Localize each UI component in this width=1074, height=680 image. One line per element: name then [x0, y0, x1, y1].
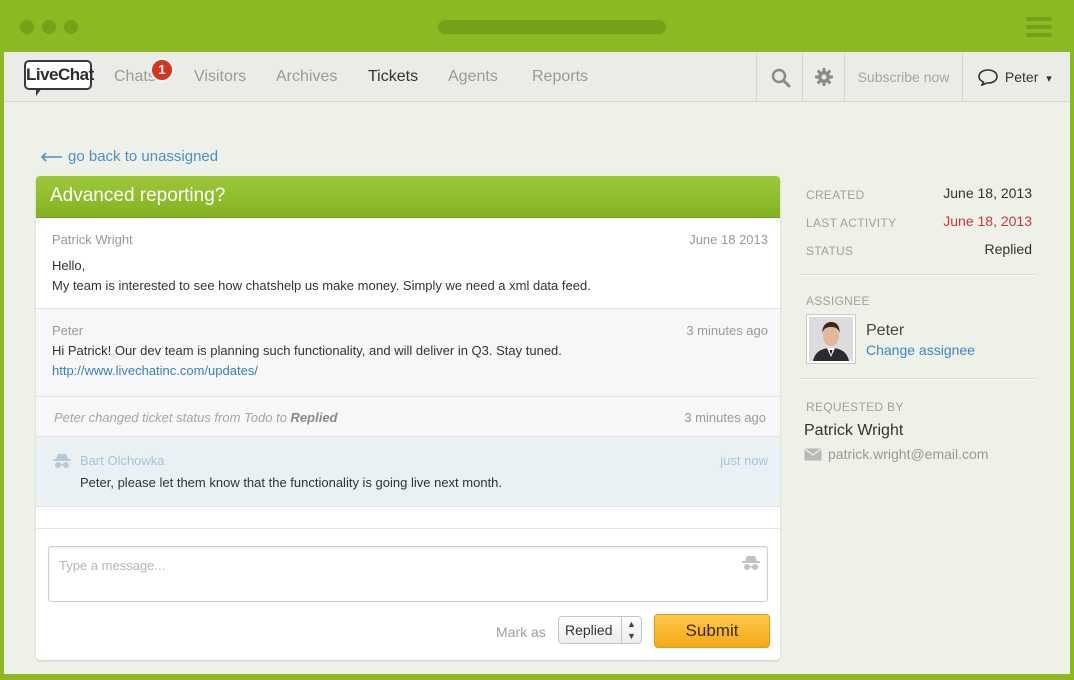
- chat-bubble-icon: [978, 69, 998, 87]
- updates-link[interactable]: http://www.livechatinc.com/updates/: [52, 363, 258, 378]
- settings-button[interactable]: [802, 52, 844, 102]
- app-window: LiveChat Chats 1 Visitors Archives Ticke…: [4, 52, 1070, 674]
- status-change-note: Peter changed ticket status from Todo to…: [54, 410, 338, 425]
- window-dot-maximize[interactable]: [64, 20, 78, 34]
- message-text: Hi Patrick! Our dev team is planning suc…: [52, 343, 562, 358]
- message-time: June 18 2013: [689, 232, 768, 247]
- message-time: 3 minutes ago: [686, 323, 768, 338]
- mark-as-value: Replied: [565, 622, 613, 638]
- message-text: Peter, please let them know that the fun…: [80, 475, 503, 490]
- search-button[interactable]: [756, 52, 802, 102]
- address-bar[interactable]: [438, 20, 666, 34]
- message-composer: [48, 546, 768, 602]
- requested-by-label: REQUESTED BY: [806, 400, 904, 414]
- last-activity-label: LAST ACTIVITY: [806, 216, 897, 230]
- nav-reports[interactable]: Reports: [532, 68, 588, 86]
- arrow-left-icon: [40, 152, 62, 162]
- requester-name: Patrick Wright: [804, 422, 904, 439]
- requester-email[interactable]: patrick.wright@email.com: [804, 446, 988, 462]
- chats-count-badge: 1: [150, 58, 174, 82]
- created-row: CREATED June 18, 2013: [806, 185, 1032, 202]
- window-chrome: [0, 0, 1074, 52]
- back-link-label: go back to unassigned: [68, 148, 219, 165]
- nav-tickets[interactable]: Tickets: [368, 68, 418, 86]
- user-menu[interactable]: Peter ▾: [962, 52, 1070, 102]
- nav-archives[interactable]: Archives: [276, 68, 337, 86]
- status-label: STATUS: [806, 244, 854, 258]
- nav-visitors[interactable]: Visitors: [194, 68, 246, 86]
- status-change-value: Replied: [290, 410, 338, 425]
- person-photo-icon: [809, 317, 853, 361]
- assignee-avatar: [806, 314, 856, 364]
- nav-agents[interactable]: Agents: [448, 68, 498, 86]
- created-value: June 18, 2013: [943, 185, 1032, 201]
- menu-icon[interactable]: [1026, 17, 1052, 37]
- status-change-time: 3 minutes ago: [684, 410, 766, 425]
- incognito-toggle-icon[interactable]: [741, 555, 761, 571]
- mark-as-label: Mark as: [496, 624, 546, 640]
- status-value: Replied: [984, 241, 1032, 257]
- submit-button[interactable]: Submit: [654, 614, 770, 648]
- change-assignee-link[interactable]: Change assignee: [866, 342, 975, 358]
- message-text: My team is interested to see how chatshe…: [52, 278, 591, 293]
- message-author: Patrick Wright: [52, 232, 133, 247]
- chevron-down-icon: ▾: [1046, 73, 1052, 85]
- message-item: Patrick Wright June 18 2013 Hello, My te…: [36, 218, 780, 309]
- top-navigation: LiveChat Chats 1 Visitors Archives Ticke…: [4, 52, 1070, 102]
- window-dot-close[interactable]: [20, 20, 34, 34]
- ticket-title: Advanced reporting?: [36, 176, 780, 218]
- search-icon: [771, 68, 791, 88]
- message-text: Hello,: [52, 258, 86, 273]
- ticket-panel: Advanced reporting? Patrick Wright June …: [36, 176, 780, 660]
- created-label: CREATED: [806, 188, 865, 202]
- envelope-icon: [804, 448, 822, 461]
- user-name: Peter: [1004, 69, 1039, 85]
- back-to-unassigned-link[interactable]: go back to unassigned: [40, 148, 218, 165]
- message-input[interactable]: [59, 551, 719, 579]
- incognito-icon: [53, 454, 71, 468]
- private-note: Bart Olchowka just now Peter, please let…: [36, 437, 780, 507]
- last-activity-value: June 18, 2013: [943, 213, 1032, 229]
- message-item: Peter 3 minutes ago Hi Patrick! Our dev …: [36, 309, 780, 397]
- select-arrows-icon: ▲ ▼: [621, 617, 641, 643]
- mark-as-select[interactable]: Replied ▲ ▼: [558, 616, 642, 644]
- assignee-label: ASSIGNEE: [806, 294, 870, 308]
- last-activity-row: LAST ACTIVITY June 18, 2013: [806, 213, 1032, 230]
- livechat-logo[interactable]: LiveChat: [24, 60, 94, 98]
- subscribe-now-button[interactable]: Subscribe now: [844, 52, 962, 102]
- status-row: STATUS Replied: [806, 241, 1032, 258]
- message-author: Peter: [52, 323, 84, 338]
- gear-icon: [815, 68, 833, 86]
- status-change-event: Peter changed ticket status from Todo to…: [36, 397, 780, 437]
- message-author: Bart Olchowka: [80, 453, 165, 468]
- assignee-name: Peter: [866, 322, 905, 339]
- window-dot-minimize[interactable]: [42, 20, 56, 34]
- message-time: just now: [720, 453, 768, 468]
